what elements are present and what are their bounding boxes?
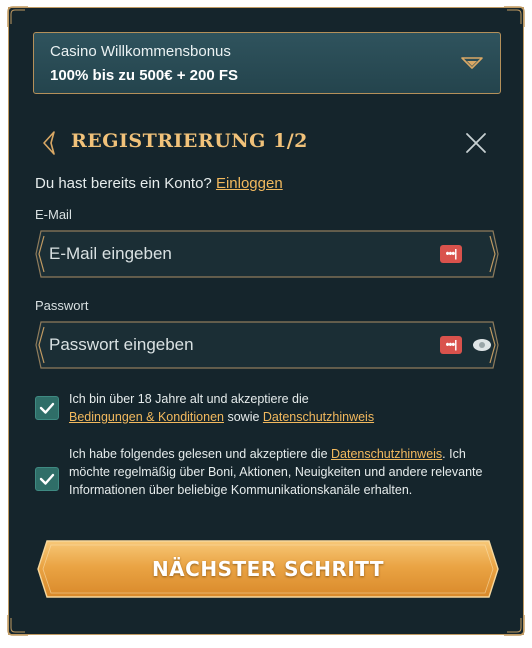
password-field[interactable]	[49, 321, 419, 369]
age-terms-checkbox[interactable]	[35, 396, 59, 420]
chevron-down-icon[interactable]	[460, 55, 484, 71]
age-terms-middle: sowie	[224, 410, 263, 424]
privacy-link-2[interactable]: Datenschutzhinweis	[331, 447, 442, 461]
next-step-button[interactable]: NÄCHSTER SCHRITT	[37, 540, 499, 598]
email-field-wrapper: •••|	[35, 230, 499, 278]
password-field-wrapper: •••|	[35, 321, 499, 369]
checkmark-icon	[39, 402, 55, 414]
next-step-label: NÄCHSTER SCHRITT	[151, 557, 385, 581]
terms-link[interactable]: Bedingungen & Konditionen	[69, 410, 224, 424]
login-prompt: Du hast bereits ein Konto? Einloggen	[35, 173, 283, 195]
age-terms-prefix: Ich bin über 18 Jahre alt und akzeptiere…	[69, 392, 309, 406]
age-terms-text: Ich bin über 18 Jahre alt und akzeptiere…	[69, 390, 499, 426]
eye-icon[interactable]	[472, 338, 492, 352]
privacy-link[interactable]: Datenschutzhinweis	[263, 410, 374, 424]
marketing-consent-text: Ich habe folgendes gelesen und akzeptier…	[69, 445, 499, 499]
password-label: Passwort	[35, 298, 89, 313]
email-label: E-Mail	[35, 207, 72, 222]
bonus-title: Casino Willkommensbonus	[50, 43, 231, 60]
corner-ornament	[503, 6, 525, 28]
registration-panel: Casino Willkommensbonus 100% bis zu 500€…	[7, 6, 525, 636]
bonus-value: 100% bis zu 500€ + 200 FS	[50, 67, 239, 84]
bonus-selector[interactable]: Casino Willkommensbonus 100% bis zu 500€…	[33, 32, 501, 94]
login-link[interactable]: Einloggen	[216, 175, 283, 192]
back-arrow-icon[interactable]	[41, 130, 59, 156]
corner-ornament	[503, 614, 525, 636]
corner-ornament	[7, 6, 29, 28]
close-icon[interactable]	[465, 132, 487, 154]
password-manager-icon[interactable]: •••|	[440, 245, 462, 263]
password-manager-icon[interactable]: •••|	[440, 336, 462, 354]
login-prompt-text: Du hast bereits ein Konto?	[35, 175, 212, 192]
email-field[interactable]	[49, 230, 419, 278]
corner-ornament	[7, 614, 29, 636]
marketing-consent-prefix: Ich habe folgendes gelesen und akzeptier…	[69, 447, 331, 461]
checkmark-icon	[39, 473, 55, 485]
page-title: REGISTRIERUNG 1/2	[71, 130, 308, 152]
marketing-consent-checkbox[interactable]	[35, 467, 59, 491]
